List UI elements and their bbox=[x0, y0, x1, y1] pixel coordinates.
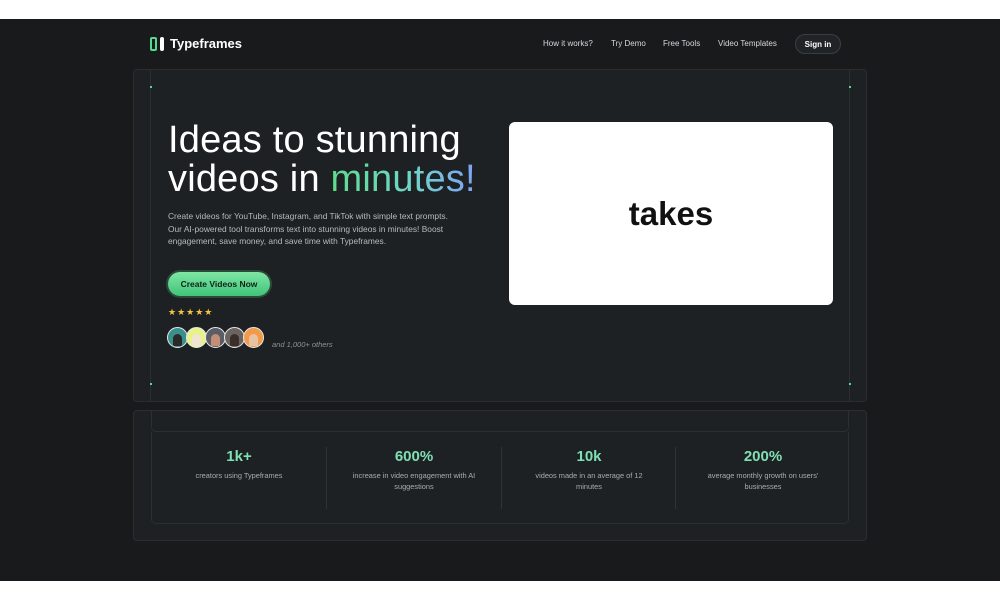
nav-link-free-tools[interactable]: Free Tools bbox=[663, 39, 700, 48]
stat-label: increase in video engagement with AI sug… bbox=[352, 471, 476, 491]
avatar bbox=[243, 327, 264, 348]
stat-videos-made: 10k videos made in an average of 12 minu… bbox=[502, 448, 676, 492]
top-navigation: Typeframes How it works? Try Demo Free T… bbox=[0, 19, 1000, 69]
stat-value: 200% bbox=[743, 448, 783, 465]
stat-value: 600% bbox=[394, 448, 434, 465]
stat-value: 1k+ bbox=[226, 448, 252, 465]
hero-section: Ideas to stunning videos in minutes! Cre… bbox=[133, 69, 867, 402]
stat-label: creators using Typeframes bbox=[195, 471, 283, 480]
brand-logo[interactable]: Typeframes bbox=[150, 36, 242, 51]
stats-top-frame bbox=[151, 411, 849, 432]
typeframes-logo-icon bbox=[150, 36, 164, 51]
hero-description: Create videos for YouTube, Instagram, an… bbox=[168, 211, 448, 247]
avatar bbox=[224, 327, 245, 348]
stat-value: 10k bbox=[576, 448, 602, 465]
nav-link-video-templates[interactable]: Video Templates bbox=[718, 39, 777, 48]
rating-stars: ★★★★★ bbox=[168, 307, 214, 317]
guide-line-left bbox=[150, 70, 151, 401]
corner-dot bbox=[150, 86, 152, 88]
stat-label: average monthly growth on users' busines… bbox=[707, 471, 819, 491]
avatar bbox=[186, 327, 207, 348]
avatar bbox=[167, 327, 188, 348]
social-proof-text: and 1,000+ others bbox=[272, 340, 333, 349]
avatar bbox=[205, 327, 226, 348]
corner-dot bbox=[849, 383, 851, 385]
stat-engagement: 600% increase in video engagement with A… bbox=[327, 448, 501, 492]
avatar-group bbox=[167, 327, 267, 350]
guide-line-right bbox=[849, 70, 850, 401]
video-preview[interactable]: takes bbox=[509, 122, 833, 305]
headline-line-1: Ideas to stunning bbox=[168, 119, 461, 161]
preview-caption-word: takes bbox=[628, 194, 714, 232]
app-window: Typeframes How it works? Try Demo Free T… bbox=[0, 19, 1000, 581]
hero-headline: Ideas to stunning videos in minutes! bbox=[168, 121, 476, 199]
stats-panel: 1k+ creators using Typeframes 600% incre… bbox=[151, 432, 849, 524]
nav-link-try-demo[interactable]: Try Demo bbox=[611, 39, 646, 48]
create-videos-button[interactable]: Create Videos Now bbox=[168, 272, 270, 296]
corner-dot bbox=[849, 86, 851, 88]
headline-line-2: videos in bbox=[168, 158, 331, 200]
brand-name: Typeframes bbox=[170, 36, 243, 51]
stat-growth: 200% average monthly growth on users' bu… bbox=[676, 448, 850, 492]
headline-accent: minutes! bbox=[330, 158, 476, 200]
stat-creators: 1k+ creators using Typeframes bbox=[152, 448, 326, 481]
stats-section: 1k+ creators using Typeframes 600% incre… bbox=[133, 410, 867, 541]
corner-dot bbox=[150, 383, 152, 385]
stat-label: videos made in an average of 12 minutes bbox=[535, 471, 643, 491]
sign-in-button[interactable]: Sign in bbox=[795, 34, 841, 54]
nav-link-how-it-works[interactable]: How it works? bbox=[543, 39, 593, 48]
